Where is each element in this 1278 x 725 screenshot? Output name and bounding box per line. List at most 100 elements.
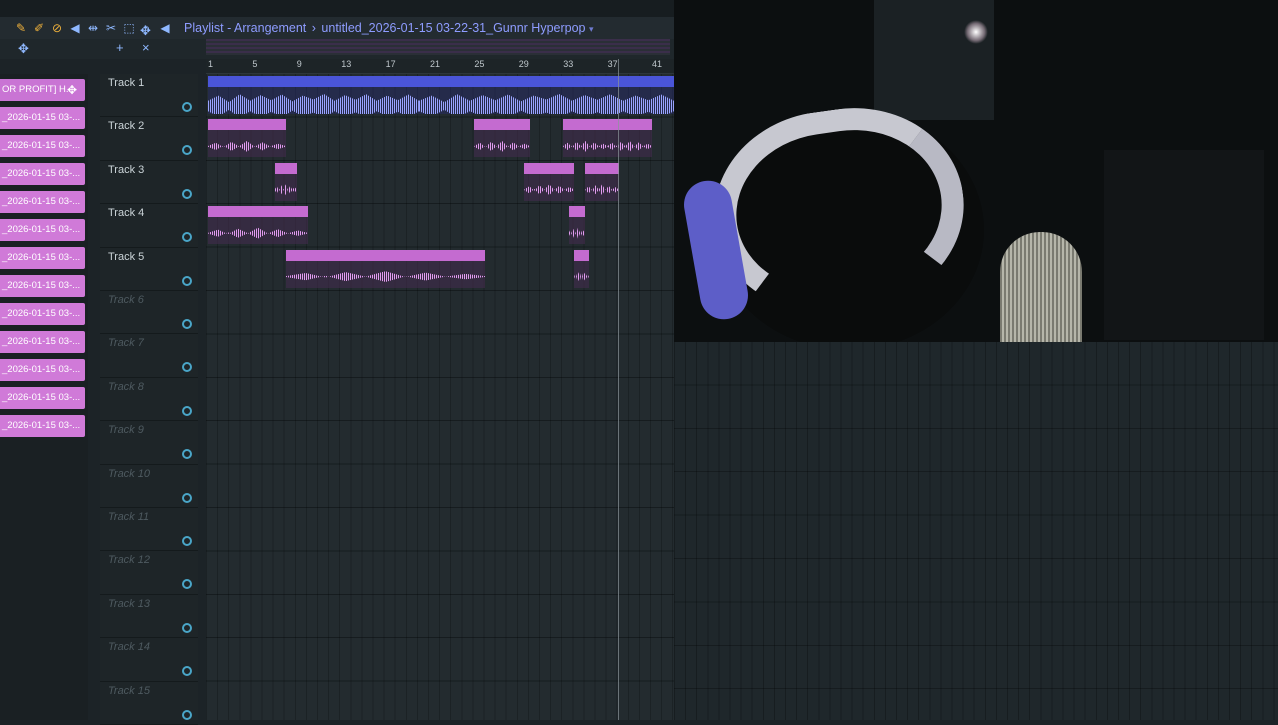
ruler-tick-label: 25	[474, 59, 485, 69]
track-mute-icon[interactable]	[182, 145, 192, 156]
close-icon[interactable]: ×	[142, 40, 150, 55]
track-mute-icon[interactable]	[182, 492, 192, 503]
audio-clip[interactable]: ↦ untitl...perpop	[208, 119, 286, 158]
track-header[interactable]: Track 6	[100, 291, 198, 335]
track-header[interactable]: Track 3	[100, 161, 198, 205]
audio-clip[interactable]: ↦ [FREE FOR PROFIT] HARD BOUNCY TRAP TYP…	[418, 76, 674, 114]
pattern-item[interactable]: _2026-01-15 03-...	[0, 135, 85, 157]
clip-label: ↦ unti...rpop	[476, 119, 524, 130]
playhead-marker[interactable]	[618, 59, 619, 720]
playlist-overview[interactable]	[206, 39, 670, 55]
track-header[interactable]: Track 11	[100, 508, 198, 552]
ruler-tick-label: 37	[607, 59, 618, 69]
track-header[interactable]: Track 1	[100, 74, 198, 118]
snap-icon[interactable]: ✥	[18, 41, 29, 57]
select-tool-icon[interactable]: ⬚	[120, 19, 138, 37]
pattern-item[interactable]: _2026-01-15 03-...	[0, 331, 85, 353]
audio-clip[interactable]: ↦	[585, 162, 619, 201]
timeline-ruler[interactable]: 1 5 9 13 17 21 25 29 33 37 41	[206, 59, 674, 74]
background-window	[874, 0, 994, 120]
clip-label: ↦ untitl...perpop	[210, 119, 271, 130]
playlist-panel-name: Playlist - Arrangement	[184, 21, 307, 35]
pattern-item[interactable]: _2026-01-15 03-...	[0, 219, 85, 241]
track-name: Track 3	[108, 163, 145, 176]
audio-clip[interactable]: ↦	[274, 162, 297, 201]
track-name: Track 1	[108, 77, 145, 89]
track-mute-icon[interactable]	[182, 449, 192, 460]
track-mute-icon[interactable]	[182, 275, 192, 286]
track-mute-icon[interactable]	[182, 709, 192, 720]
mute-tool-icon[interactable]: ◀	[66, 19, 84, 37]
track-mute-icon[interactable]	[182, 319, 192, 329]
track-mute-icon[interactable]	[182, 188, 192, 199]
clip-waveform	[568, 227, 586, 239]
pattern-move-icon[interactable]: ✥	[67, 83, 77, 97]
audio-clip[interactable]: ↦ [FREE FOR...s Beats	[208, 76, 419, 114]
slip-tool-icon[interactable]: ⇹	[84, 19, 102, 37]
track-mute-icon[interactable]	[182, 666, 192, 677]
track-header[interactable]: Track 5	[100, 248, 198, 291]
add-track-icon[interactable]: +	[116, 40, 124, 55]
track-mute-icon[interactable]	[182, 102, 192, 112]
track-mute-icon[interactable]	[182, 622, 192, 633]
track-mute-icon[interactable]	[182, 362, 192, 373]
slice-tool-icon[interactable]: ✂	[102, 19, 120, 37]
playback-tool-icon[interactable]: ◀	[156, 19, 174, 37]
dropdown-arrow-icon[interactable]: ▾	[589, 24, 594, 34]
track-header[interactable]: Track 14	[100, 638, 198, 682]
audio-clip[interactable]: ↦ un...pop	[524, 162, 575, 201]
audio-clip[interactable]: ↦ untitled_2026-01-15...18-17_Gunnr Hype…	[285, 249, 486, 288]
track-header[interactable]: Track 9	[100, 421, 198, 465]
track-name: Track 7	[108, 337, 144, 350]
audio-clip[interactable]: ↦	[574, 249, 589, 288]
track-name: Track 6	[108, 294, 144, 306]
track-header[interactable]: Track 12	[100, 551, 198, 595]
paint-brush-icon[interactable]: ✐	[30, 19, 48, 37]
audio-clip[interactable]: ↦ unti...rpop	[474, 119, 530, 158]
pencil-tool-icon[interactable]: ✎	[12, 19, 30, 37]
track-mute-icon[interactable]	[182, 232, 192, 243]
pattern-item[interactable]: _2026-01-15 03-...	[0, 107, 85, 129]
pattern-item[interactable]: _2026-01-15 03-...	[0, 191, 85, 213]
audio-clip[interactable]: ↦ un...pop	[607, 119, 652, 158]
playlist-grid-extension[interactable]	[674, 342, 1278, 720]
clip-waveform	[208, 227, 308, 239]
project-name: untitled_2026-01-15 03-22-31_Gunnr Hyper…	[321, 21, 586, 35]
pattern-item[interactable]: _2026-01-15 03-...	[0, 415, 85, 437]
track-header[interactable]: Track 13	[100, 595, 198, 639]
ruler-tick-label: 1	[208, 59, 214, 69]
pattern-item[interactable]: _2026-01-15 03-...	[0, 303, 85, 325]
pattern-panel-snap-icon[interactable]: ✥	[140, 23, 151, 39]
track-mute-icon[interactable]	[182, 536, 192, 546]
clip-label: ↦ untitled_...r Hyperpop	[210, 206, 301, 217]
ruler-tick-label: 13	[341, 59, 352, 69]
clip-label: ↦	[276, 162, 284, 173]
pattern-item[interactable]: _2026-01-15 03-...	[0, 163, 85, 185]
audio-clip[interactable]: ↦ un...op	[563, 119, 608, 158]
playlist-title[interactable]: Playlist - Arrangement › untitled_2026-0…	[184, 21, 594, 35]
track-header[interactable]: Track 4	[100, 204, 198, 248]
audio-clip[interactable]: ↦	[568, 206, 586, 245]
title-separator-icon: ›	[311, 21, 316, 35]
clip-label: ↦ un...pop	[526, 162, 567, 173]
track-header[interactable]: Track 15	[100, 682, 198, 725]
ruler-tick-label: 17	[385, 59, 396, 69]
playlist-grid[interactable]: ↦ [FREE FOR...s Beats ↦ [FREE FOR PROFIT]…	[206, 74, 674, 720]
track-header[interactable]: Track 7	[100, 334, 198, 378]
track-header[interactable]: Track 10	[100, 465, 198, 508]
delete-tool-icon[interactable]: ⊘	[48, 19, 66, 37]
ruler-tick-label: 29	[518, 59, 529, 69]
picker-panel: OR PROFIT] H... _2026-01-15 03-... _2026-0…	[0, 74, 88, 720]
pattern-item[interactable]: _2026-01-15 03-...	[0, 275, 85, 297]
track-mute-icon[interactable]	[182, 405, 192, 416]
audio-clip[interactable]: ↦ untitled_...r Hyperpop	[208, 206, 308, 245]
track-header[interactable]: Track 8	[100, 378, 198, 422]
track-header[interactable]: Track 2	[100, 117, 198, 161]
clip-waveform	[274, 184, 297, 196]
pattern-item[interactable]: _2026-01-15 03-...	[0, 247, 85, 269]
pattern-item[interactable]: _2026-01-15 03-...	[0, 359, 85, 381]
pattern-item[interactable]: _2026-01-15 03-...	[0, 387, 85, 409]
track-name: Track 9	[108, 424, 144, 437]
track-mute-icon[interactable]	[182, 579, 192, 590]
ruler-tick-label: 41	[652, 59, 663, 69]
